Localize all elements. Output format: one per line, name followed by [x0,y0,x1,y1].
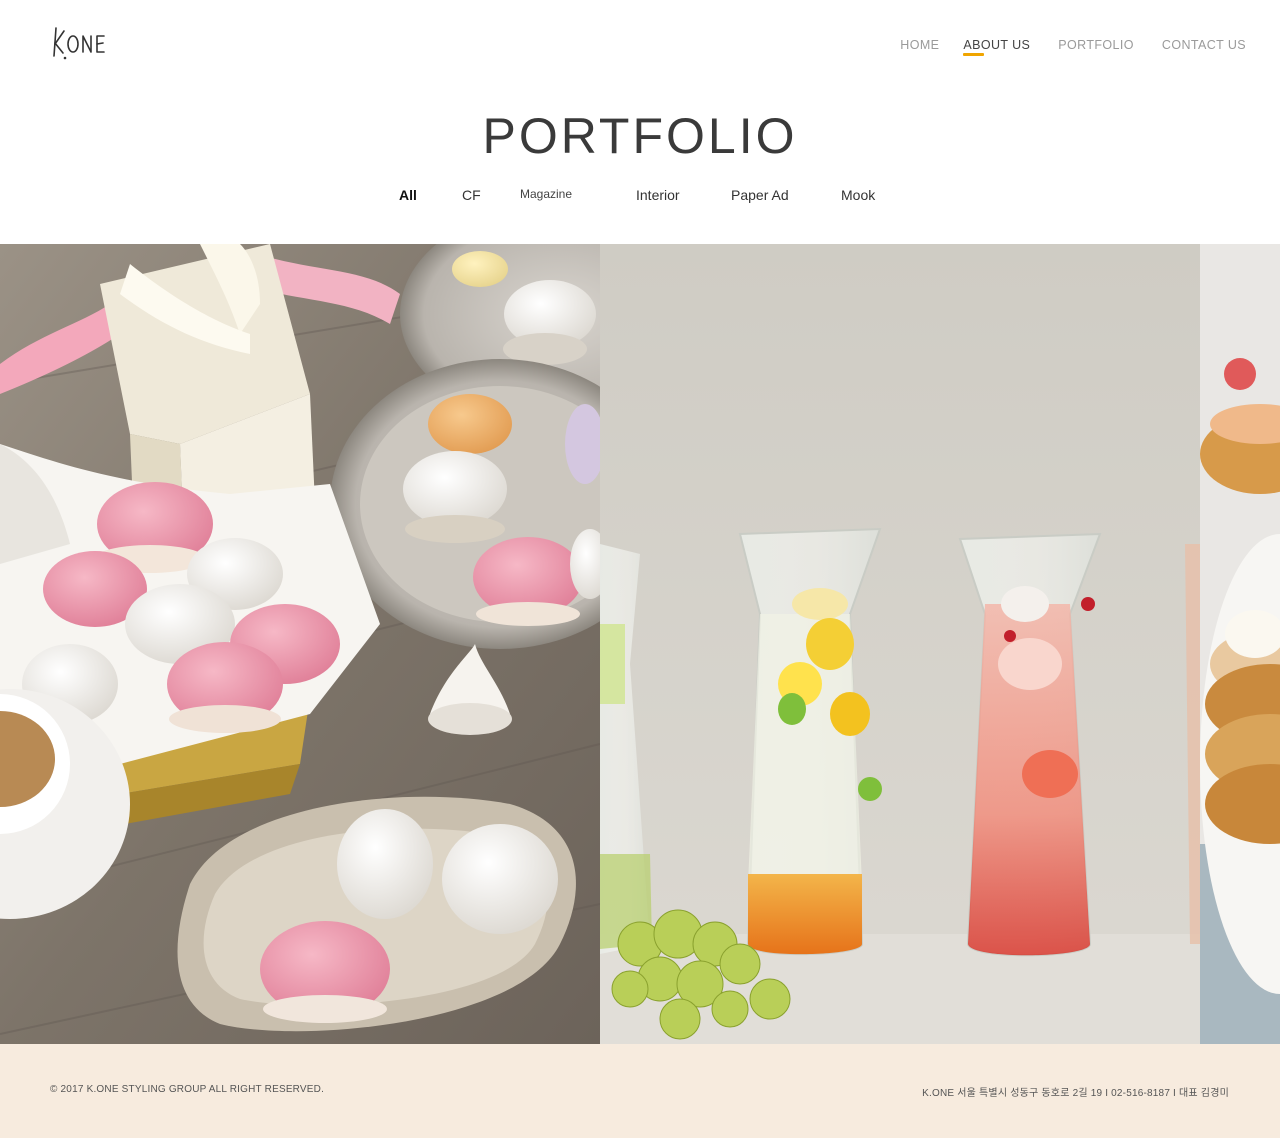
footer-company-info: K.ONE 서울 특별시 성동구 동호로 2길 19 I 02-516-8187… [922,1088,1229,1099]
portfolio-item-pancakes[interactable] [1200,244,1280,1044]
portfolio-item-drinks[interactable] [600,244,1200,1044]
portfolio-filter-bar: All CF Magazine Interior Paper Ad Mook [0,186,1280,206]
nav-active-indicator [963,53,985,56]
filter-interior[interactable]: Interior [636,186,680,204]
site-logo[interactable] [50,22,112,64]
nav-portfolio[interactable]: PORTFOLIO [1058,37,1134,53]
filter-all[interactable]: All [399,186,417,204]
main-nav: HOME ABOUT US PORTFOLIO CONTACT US [876,37,1246,56]
filter-mook[interactable]: Mook [841,186,875,204]
filter-paper-ad[interactable]: Paper Ad [731,186,789,204]
filter-magazine[interactable]: Magazine [520,185,572,203]
drinks-image [600,244,1200,1044]
portfolio-gallery [0,244,1280,1044]
footer-copyright: © 2017 K.ONE STYLING GROUP ALL RIGHT RES… [50,1084,325,1095]
nav-about-us[interactable]: ABOUT US [963,37,1031,56]
nav-home[interactable]: HOME [900,37,939,53]
filter-cf[interactable]: CF [462,186,481,204]
site-footer: © 2017 K.ONE STYLING GROUP ALL RIGHT RES… [0,1044,1280,1138]
site-header: HOME ABOUT US PORTFOLIO CONTACT US [0,0,1280,90]
page-title: PORTFOLIO [482,108,798,164]
nav-contact-us[interactable]: CONTACT US [1162,37,1246,53]
pancakes-image [1200,244,1280,1044]
portfolio-item-macarons[interactable] [0,244,600,1044]
macarons-image [0,244,600,1044]
nav-about-us-label: ABOUT US [963,38,1031,52]
